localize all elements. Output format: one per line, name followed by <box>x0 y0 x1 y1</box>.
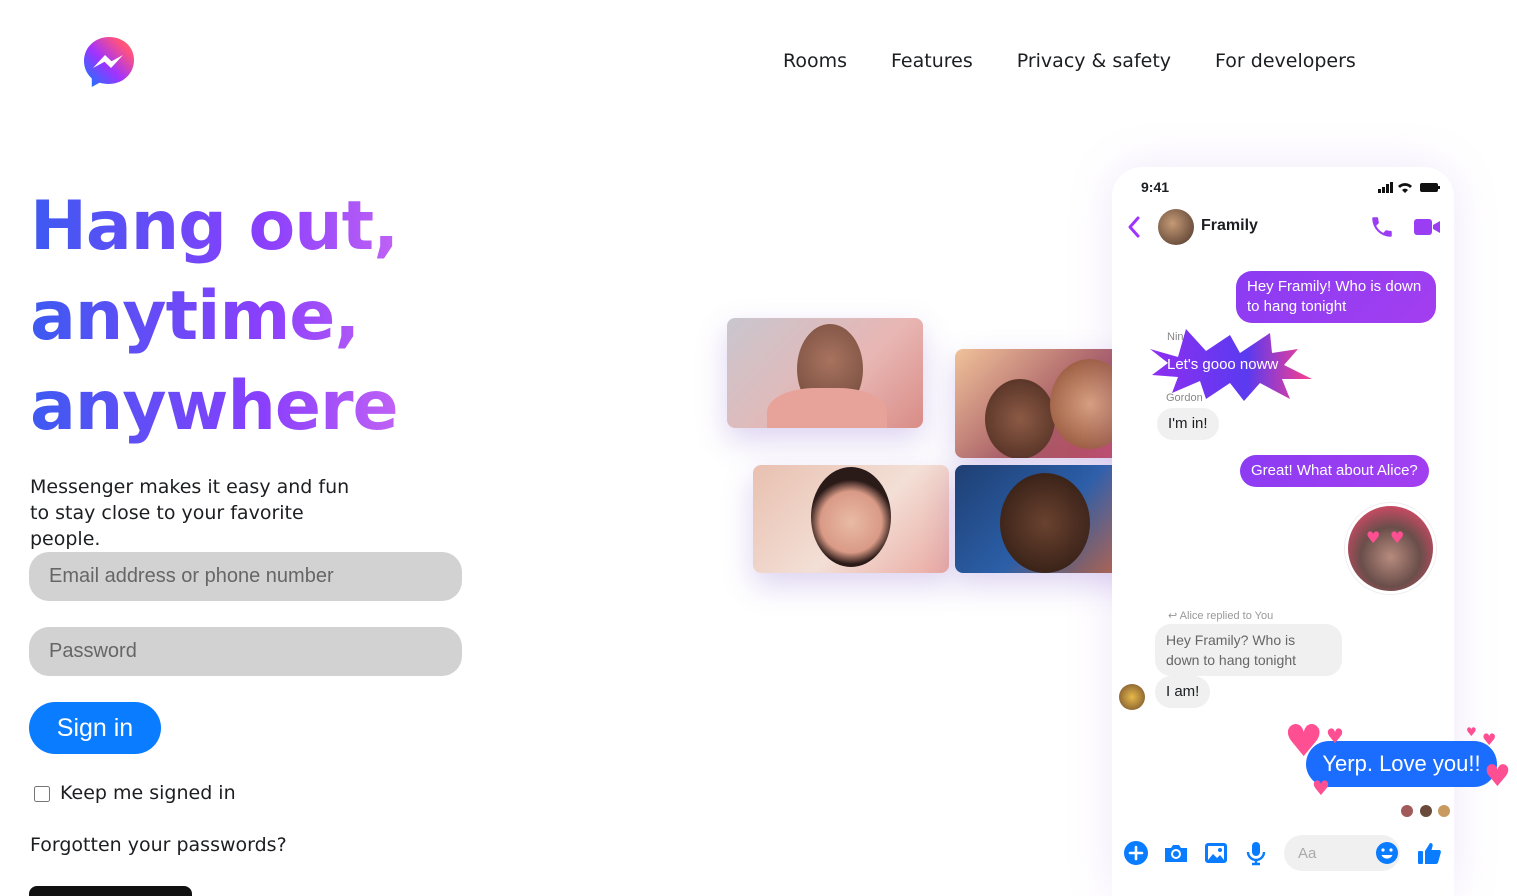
heart-eye-icon: ♥ <box>1390 528 1405 547</box>
thumbs-up-icon[interactable] <box>1416 840 1442 866</box>
heart-icon: ♥ <box>1284 716 1324 767</box>
message-composer <box>1122 835 1444 871</box>
nav-features[interactable]: Features <box>891 50 973 72</box>
keep-signed-in-label: Keep me signed in <box>60 782 236 804</box>
nav-for-developers[interactable]: For developers <box>1215 50 1356 72</box>
heart-icon: ♥ <box>1312 776 1330 800</box>
group-avatar[interactable] <box>1158 209 1194 245</box>
call-icon[interactable] <box>1369 214 1395 240</box>
back-icon[interactable] <box>1126 215 1142 239</box>
heart-icon: ♥ <box>1482 730 1497 749</box>
status-bar-icons <box>1378 182 1440 193</box>
hero-subtitle: Messenger makes it easy and fun to stay … <box>30 476 350 550</box>
message-bubble-incoming: I'm in! <box>1157 408 1219 440</box>
headline-line-2: anytime, <box>30 272 550 362</box>
nav-privacy-safety[interactable]: Privacy & safety <box>1017 50 1171 72</box>
keep-signed-in[interactable]: Keep me signed in <box>34 782 236 804</box>
microphone-icon[interactable] <box>1243 840 1269 866</box>
reply-note: ↩ Alice replied to You <box>1168 609 1273 622</box>
forgot-password-link[interactable]: Forgotten your passwords? <box>30 834 287 856</box>
heart-icon: ♥ <box>1326 724 1344 748</box>
headline-line-3: anywhere <box>30 362 550 452</box>
password-field[interactable] <box>29 627 462 676</box>
headline-line-1: Hang out, <box>30 182 550 272</box>
video-icon[interactable] <box>1413 215 1441 239</box>
reply-note-text: Alice replied to You <box>1179 610 1274 622</box>
user-avatar <box>1119 684 1145 710</box>
emoji-icon[interactable] <box>1374 840 1400 866</box>
seen-avatars <box>1401 805 1450 817</box>
cta-button-partial[interactable] <box>29 886 192 896</box>
top-nav: Rooms Features Privacy & safety For deve… <box>783 50 1356 72</box>
messenger-logo[interactable] <box>82 35 136 89</box>
sign-in-button[interactable]: Sign in <box>29 702 161 754</box>
nav-rooms[interactable]: Rooms <box>783 50 847 72</box>
email-field[interactable] <box>29 552 462 601</box>
photo-woman-smiling <box>753 465 949 573</box>
chat-title: Framily <box>1201 217 1258 234</box>
message-bubble-outgoing: Hey Framily! Who is down to hang tonight <box>1236 271 1436 323</box>
reply-arrow-icon: ↩ <box>1168 610 1180 622</box>
gallery-icon[interactable] <box>1203 840 1229 866</box>
status-time: 9:41 <box>1141 179 1170 195</box>
alice-avatar: ♥ ♥ <box>1345 503 1436 594</box>
hero-headline: Hang out, anytime, anywhere <box>30 182 550 452</box>
keep-signed-in-checkbox[interactable] <box>34 786 50 802</box>
heart-eye-icon: ♥ <box>1366 528 1381 547</box>
camera-icon[interactable] <box>1163 840 1189 866</box>
heart-icon: ♥ <box>1466 725 1477 739</box>
photo-man-laughing <box>727 318 923 428</box>
message-starburst-text: Let's gooo noww <box>1167 356 1279 373</box>
message-bubble-incoming: I am! <box>1155 676 1211 708</box>
quoted-message: Hey Framily? Who is down to hang tonight <box>1155 624 1342 676</box>
plus-icon[interactable] <box>1123 840 1149 866</box>
message-bubble-outgoing: Great! What about Alice? <box>1240 455 1429 487</box>
sender-name-gordon: Gordon <box>1166 392 1203 404</box>
heart-icon: ♥ <box>1484 759 1511 794</box>
